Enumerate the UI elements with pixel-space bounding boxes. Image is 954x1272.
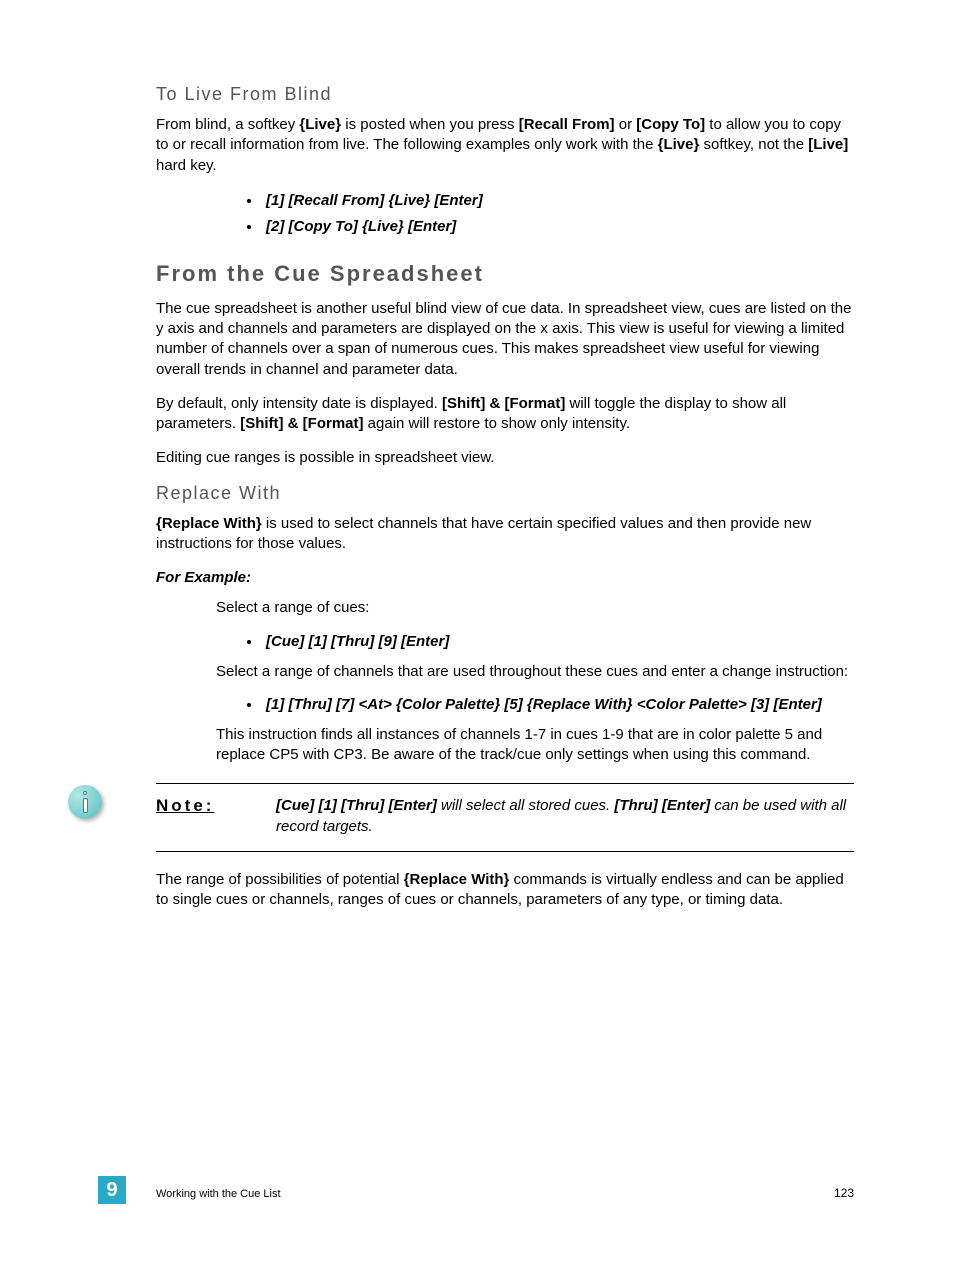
page-number: 123 — [834, 1186, 854, 1200]
info-icon — [68, 785, 104, 821]
heading-to-live-from-blind: To Live From Blind — [156, 84, 854, 105]
divider — [156, 851, 854, 852]
note-text: [Cue] [1] [Thru] [Enter] will select all… — [276, 796, 854, 837]
paragraph: From blind, a softkey {Live} is posted w… — [156, 115, 854, 176]
page-content: To Live From Blind From blind, a softkey… — [0, 0, 954, 984]
command-item: [Cue] [1] [Thru] [9] [Enter] — [262, 631, 854, 652]
paragraph: By default, only intensity date is displ… — [156, 394, 854, 435]
command-item: [1] [Recall From] {Live} [Enter] — [262, 190, 854, 213]
command-list: [Cue] [1] [Thru] [9] [Enter] — [262, 631, 854, 652]
example-block: Select a range of cues: [Cue] [1] [Thru]… — [216, 598, 854, 765]
command-list: [1] [Recall From] {Live} [Enter] [2] [Co… — [262, 190, 854, 239]
paragraph: Select a range of channels that are used… — [216, 662, 854, 682]
heading-replace-with: Replace With — [156, 483, 854, 504]
paragraph: Editing cue ranges is possible in spread… — [156, 448, 854, 468]
paragraph: Select a range of cues: — [216, 598, 854, 618]
page-footer: 9 Working with the Cue List 123 — [0, 1174, 954, 1200]
note-label: Note: — [156, 796, 276, 837]
command-item: [1] [Thru] [7] <At> {Color Palette} [5] … — [262, 694, 854, 715]
paragraph: This instruction finds all instances of … — [216, 725, 854, 766]
chapter-badge: 9 — [98, 1176, 126, 1204]
paragraph: The cue spreadsheet is another useful bl… — [156, 299, 854, 380]
divider — [156, 783, 854, 784]
example-label: For Example: — [156, 568, 854, 588]
paragraph: The range of possibilities of potential … — [156, 870, 854, 911]
paragraph: {Replace With} is used to select channel… — [156, 514, 854, 555]
footer-section-title: Working with the Cue List — [156, 1188, 281, 1200]
heading-from-cue-spreadsheet: From the Cue Spreadsheet — [156, 261, 854, 287]
command-list: [1] [Thru] [7] <At> {Color Palette} [5] … — [262, 694, 854, 715]
note-box: Note: [Cue] [1] [Thru] [Enter] will sele… — [156, 783, 854, 852]
command-item: [2] [Copy To] {Live} [Enter] — [262, 216, 854, 239]
